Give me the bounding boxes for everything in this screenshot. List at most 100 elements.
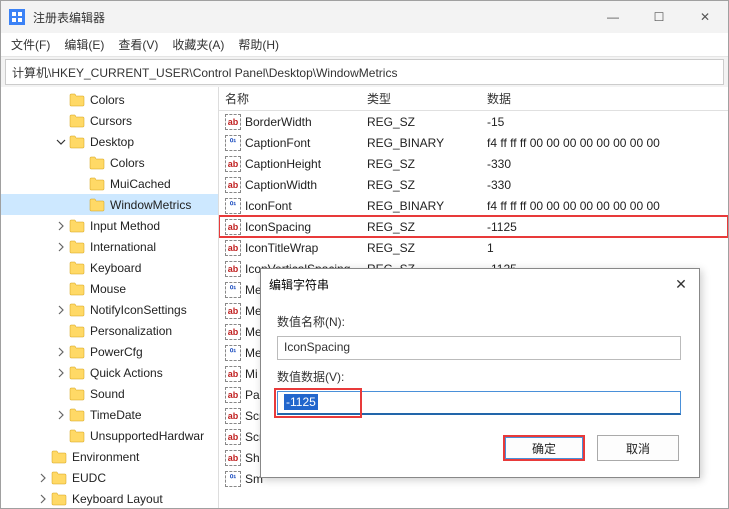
menu-file[interactable]: 文件(F) <box>11 36 50 53</box>
tree-item[interactable]: PowerCfg <box>1 341 218 362</box>
value-row[interactable]: abCaptionHeightREG_SZ-330 <box>219 153 728 174</box>
tree-item[interactable]: Environment <box>1 446 218 467</box>
string-value-icon: ab <box>225 261 241 277</box>
value-name: BorderWidth <box>245 115 367 129</box>
tree-item-label: Environment <box>72 450 139 464</box>
value-data-selected: -1125 <box>284 394 318 410</box>
value-data: 1 <box>487 241 728 255</box>
tree-item[interactable]: Input Method <box>1 215 218 236</box>
tree-item[interactable]: WindowMetrics <box>1 194 218 215</box>
ok-button[interactable]: 确定 <box>503 435 585 461</box>
menu-edit[interactable]: 编辑(E) <box>64 36 104 53</box>
value-row[interactable]: abCaptionWidthREG_SZ-330 <box>219 174 728 195</box>
tree-item-label: MuiCached <box>110 177 171 191</box>
string-value-icon: ab <box>225 177 241 193</box>
tree-item[interactable]: Sound <box>1 383 218 404</box>
folder-icon <box>69 219 85 233</box>
menubar: 文件(F) 编辑(E) 查看(V) 收藏夹(A) 帮助(H) <box>1 33 728 57</box>
tree-item-label: Keyboard Layout <box>72 492 163 506</box>
folder-icon <box>69 366 85 380</box>
tree-item[interactable]: Mouse <box>1 278 218 299</box>
tree-pane[interactable]: ColorsCursorsDesktopColorsMuiCachedWindo… <box>1 87 219 508</box>
minimize-button[interactable]: — <box>590 1 636 33</box>
dialog-titlebar[interactable]: 编辑字符串 ✕ <box>261 269 699 299</box>
tree-item[interactable]: MuiCached <box>1 173 218 194</box>
binary-value-icon: ⁰¹ <box>225 471 241 487</box>
tree-item[interactable]: Quick Actions <box>1 362 218 383</box>
tree-item[interactable]: UnsupportedHardwar <box>1 425 218 446</box>
folder-icon <box>69 240 85 254</box>
chevron-right-icon[interactable] <box>55 346 67 358</box>
binary-value-icon: ⁰¹ <box>225 345 241 361</box>
value-row[interactable]: ⁰¹CaptionFontREG_BINARYf4 ff ff ff 00 00… <box>219 132 728 153</box>
value-row[interactable]: ab BorderWidthREG_SZ-15 <box>219 111 728 132</box>
folder-icon <box>89 156 105 170</box>
string-value-icon: ab <box>225 114 241 130</box>
string-value-icon: ab <box>225 219 241 235</box>
cancel-button[interactable]: 取消 <box>597 435 679 461</box>
tree-item[interactable]: Cursors <box>1 110 218 131</box>
value-name: IconFont <box>245 199 367 213</box>
value-data: f4 ff ff ff 00 00 00 00 00 00 00 00 <box>487 199 728 213</box>
folder-icon <box>69 408 85 422</box>
tree-item[interactable]: Personalization <box>1 320 218 341</box>
tree-item-label: Cursors <box>90 114 132 128</box>
value-type: REG_SZ <box>367 115 487 129</box>
chevron-right-icon[interactable] <box>37 472 49 484</box>
string-value-icon: ab <box>225 156 241 172</box>
chevron-right-icon[interactable] <box>55 409 67 421</box>
chevron-right-icon[interactable] <box>37 493 49 505</box>
tree-item-label: Input Method <box>90 219 160 233</box>
chevron-right-icon[interactable] <box>55 220 67 232</box>
value-name-label: 数值名称(N): <box>277 313 683 330</box>
menu-favorites[interactable]: 收藏夹(A) <box>172 36 224 53</box>
app-icon <box>9 9 25 25</box>
value-data: -330 <box>487 157 728 171</box>
column-type[interactable]: 类型 <box>367 90 487 107</box>
folder-icon <box>69 93 85 107</box>
value-type: REG_BINARY <box>367 199 487 213</box>
tree-item[interactable]: Keyboard Layout <box>1 488 218 508</box>
string-value-icon: ab <box>225 450 241 466</box>
tree-item[interactable]: Desktop <box>1 131 218 152</box>
chevron-right-icon[interactable] <box>55 367 67 379</box>
address-bar[interactable]: 计算机\HKEY_CURRENT_USER\Control Panel\Desk… <box>5 59 724 85</box>
string-value-icon: ab <box>225 429 241 445</box>
tree-item[interactable]: Keyboard <box>1 257 218 278</box>
tree-item-label: EUDC <box>72 471 106 485</box>
folder-icon <box>89 198 105 212</box>
value-type: REG_SZ <box>367 241 487 255</box>
folder-icon <box>51 471 67 485</box>
tree-item[interactable]: Colors <box>1 89 218 110</box>
dialog-close-button[interactable]: ✕ <box>671 276 691 293</box>
edit-string-dialog: 编辑字符串 ✕ 数值名称(N): IconSpacing 数值数据(V): -1… <box>260 268 700 478</box>
column-data[interactable]: 数据 <box>487 90 728 107</box>
menu-help[interactable]: 帮助(H) <box>238 36 279 53</box>
close-button[interactable]: ✕ <box>682 1 728 33</box>
value-row[interactable]: abIconSpacingREG_SZ-1125 <box>219 216 728 237</box>
tree-item[interactable]: EUDC <box>1 467 218 488</box>
tree-item[interactable]: TimeDate <box>1 404 218 425</box>
tree-item[interactable]: NotifyIconSettings <box>1 299 218 320</box>
value-data: -15 <box>487 115 728 129</box>
tree-item-label: PowerCfg <box>90 345 143 359</box>
menu-view[interactable]: 查看(V) <box>118 36 158 53</box>
chevron-right-icon[interactable] <box>55 241 67 253</box>
value-data-field[interactable]: -1125 <box>277 391 681 415</box>
string-value-icon: ab <box>225 387 241 403</box>
value-row[interactable]: ⁰¹IconFontREG_BINARYf4 ff ff ff 00 00 00… <box>219 195 728 216</box>
chevron-right-icon[interactable] <box>55 304 67 316</box>
value-name-field[interactable]: IconSpacing <box>277 336 681 360</box>
value-data-label: 数值数据(V): <box>277 368 683 385</box>
value-row[interactable]: abIconTitleWrapREG_SZ1 <box>219 237 728 258</box>
tree-item[interactable]: International <box>1 236 218 257</box>
maximize-button[interactable]: ☐ <box>636 1 682 33</box>
tree-item[interactable]: Colors <box>1 152 218 173</box>
value-type: REG_SZ <box>367 157 487 171</box>
column-name[interactable]: 名称 <box>219 90 367 107</box>
folder-icon <box>69 303 85 317</box>
titlebar[interactable]: 注册表编辑器 — ☐ ✕ <box>1 1 728 33</box>
chevron-down-icon[interactable] <box>55 136 67 148</box>
value-name: IconSpacing <box>245 220 367 234</box>
value-name: CaptionFont <box>245 136 367 150</box>
